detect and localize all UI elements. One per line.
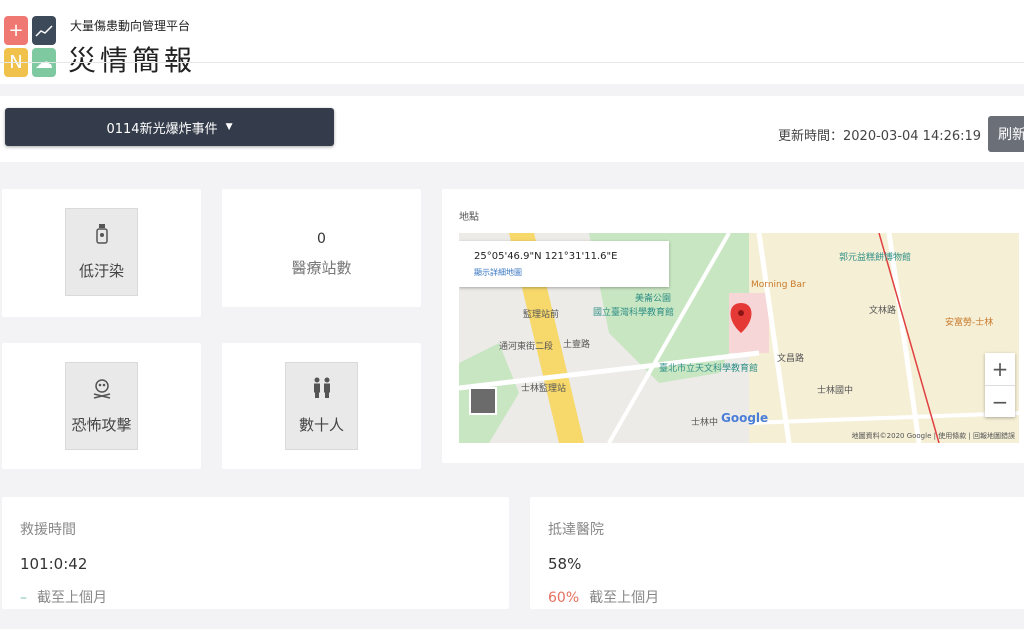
hospital-arrival-value: 58%	[548, 555, 582, 573]
terror-tile[interactable]: 恐怖攻擊	[65, 362, 138, 450]
map-title: 地點	[459, 212, 479, 223]
header-divider	[0, 62, 1024, 63]
zoom-out-button[interactable]: −	[985, 386, 1015, 418]
people-label: 數十人	[298, 416, 344, 434]
medical-stations-card: 0 醫療站數	[222, 189, 421, 307]
map-detail-link[interactable]: 顯示詳細地圖	[474, 267, 522, 278]
plus-icon: +	[4, 16, 28, 45]
refresh-button[interactable]: 刷新	[988, 116, 1024, 152]
caret-down-icon: ▼	[225, 122, 233, 132]
map-label: 士林國中	[817, 386, 854, 396]
map-zoom-control: + −	[985, 353, 1015, 417]
location-map[interactable]: 25°05'46.9"N 121°31'11.6"E 顯示詳細地圖 國立臺灣科學…	[459, 233, 1019, 443]
toolbar: 0114新光爆炸事件 ▼ 更新時間：2020-03-04 14:26:19 刷新	[0, 96, 1024, 162]
hospital-arrival-card: 抵達醫院 58% 60% 截至上個月	[530, 497, 1024, 609]
rescue-time-note: – 截至上個月	[20, 587, 107, 607]
trend-icon	[32, 16, 56, 45]
rescue-time-value: 101:0:42	[20, 555, 88, 573]
map-label: 國立臺灣科學教育館	[593, 308, 675, 318]
terror-label: 恐怖攻擊	[71, 416, 132, 434]
hospital-arrival-note: 60% 截至上個月	[548, 587, 659, 607]
update-time: 更新時間：2020-03-04 14:26:19	[778, 129, 982, 144]
hospital-arrival-title: 抵達醫院	[548, 522, 604, 538]
hospital-note-label: 截至上個月	[589, 590, 660, 606]
rescue-note-label: 截至上個月	[37, 590, 107, 606]
map-label: 士林中	[691, 418, 719, 428]
terror-card: 恐怖攻擊	[2, 343, 201, 469]
map-label: 通河東街二段	[499, 342, 554, 352]
map-coordinates: 25°05'46.9"N 121°31'11.6"E	[474, 251, 618, 262]
medical-stations-value: 0	[317, 231, 326, 247]
zoom-in-button[interactable]: +	[985, 353, 1015, 385]
people-tile[interactable]: 數十人	[285, 362, 358, 450]
map-label: 文林路	[869, 306, 897, 316]
google-logo: Google	[721, 411, 769, 425]
pollution-tile[interactable]: 低汙染	[65, 208, 138, 296]
event-select-button[interactable]: 0114新光爆炸事件 ▼	[5, 108, 334, 146]
map-label: 安富勞-士林	[945, 318, 994, 328]
map-label: Morning Bar	[751, 280, 806, 290]
map-label: 文昌路	[777, 354, 805, 364]
pollution-card: 低汙染	[2, 189, 201, 317]
rescue-time-title: 救援時間	[20, 522, 76, 538]
app-subtitle: 大量傷患動向管理平台	[70, 19, 191, 33]
skull-icon	[91, 377, 113, 404]
map-label: 監理站前	[523, 310, 560, 320]
people-card: 數十人	[222, 343, 421, 469]
app-logo: + N ☁	[4, 16, 56, 78]
people-icon	[309, 377, 335, 404]
satellite-toggle[interactable]	[469, 387, 497, 415]
map-label: 美崙公園	[635, 294, 672, 304]
app-header: + N ☁ 大量傷患動向管理平台 災情簡報	[0, 0, 1024, 84]
previous-percent: 60%	[548, 590, 580, 606]
map-label: 郭元益糕餅博物館	[839, 253, 912, 263]
map-label: 土壹路	[563, 340, 591, 350]
map-attribution: 地圖資料©2020 Google | 使用條款 | 回報地圖錯誤	[851, 432, 1015, 440]
trend-dash: –	[20, 590, 27, 606]
map-card: 地點 25°05'46.9"N 121°31'11.6"E 顯示詳細地圖 國立臺…	[442, 189, 1024, 463]
map-label: 士林監理站	[521, 384, 567, 394]
pollution-label: 低汙染	[78, 262, 124, 280]
bottle-icon	[95, 223, 109, 250]
rescue-time-card: 救援時間 101:0:42 – 截至上個月	[2, 497, 509, 609]
map-label: 臺北市立天文科學教育館	[659, 364, 759, 374]
app-title: 災情簡報	[68, 44, 197, 77]
medical-stations-label: 醫療站數	[291, 259, 352, 277]
event-select-label: 0114新光爆炸事件	[106, 121, 218, 137]
map-info-box: 25°05'46.9"N 121°31'11.6"E 顯示詳細地圖	[459, 241, 669, 287]
